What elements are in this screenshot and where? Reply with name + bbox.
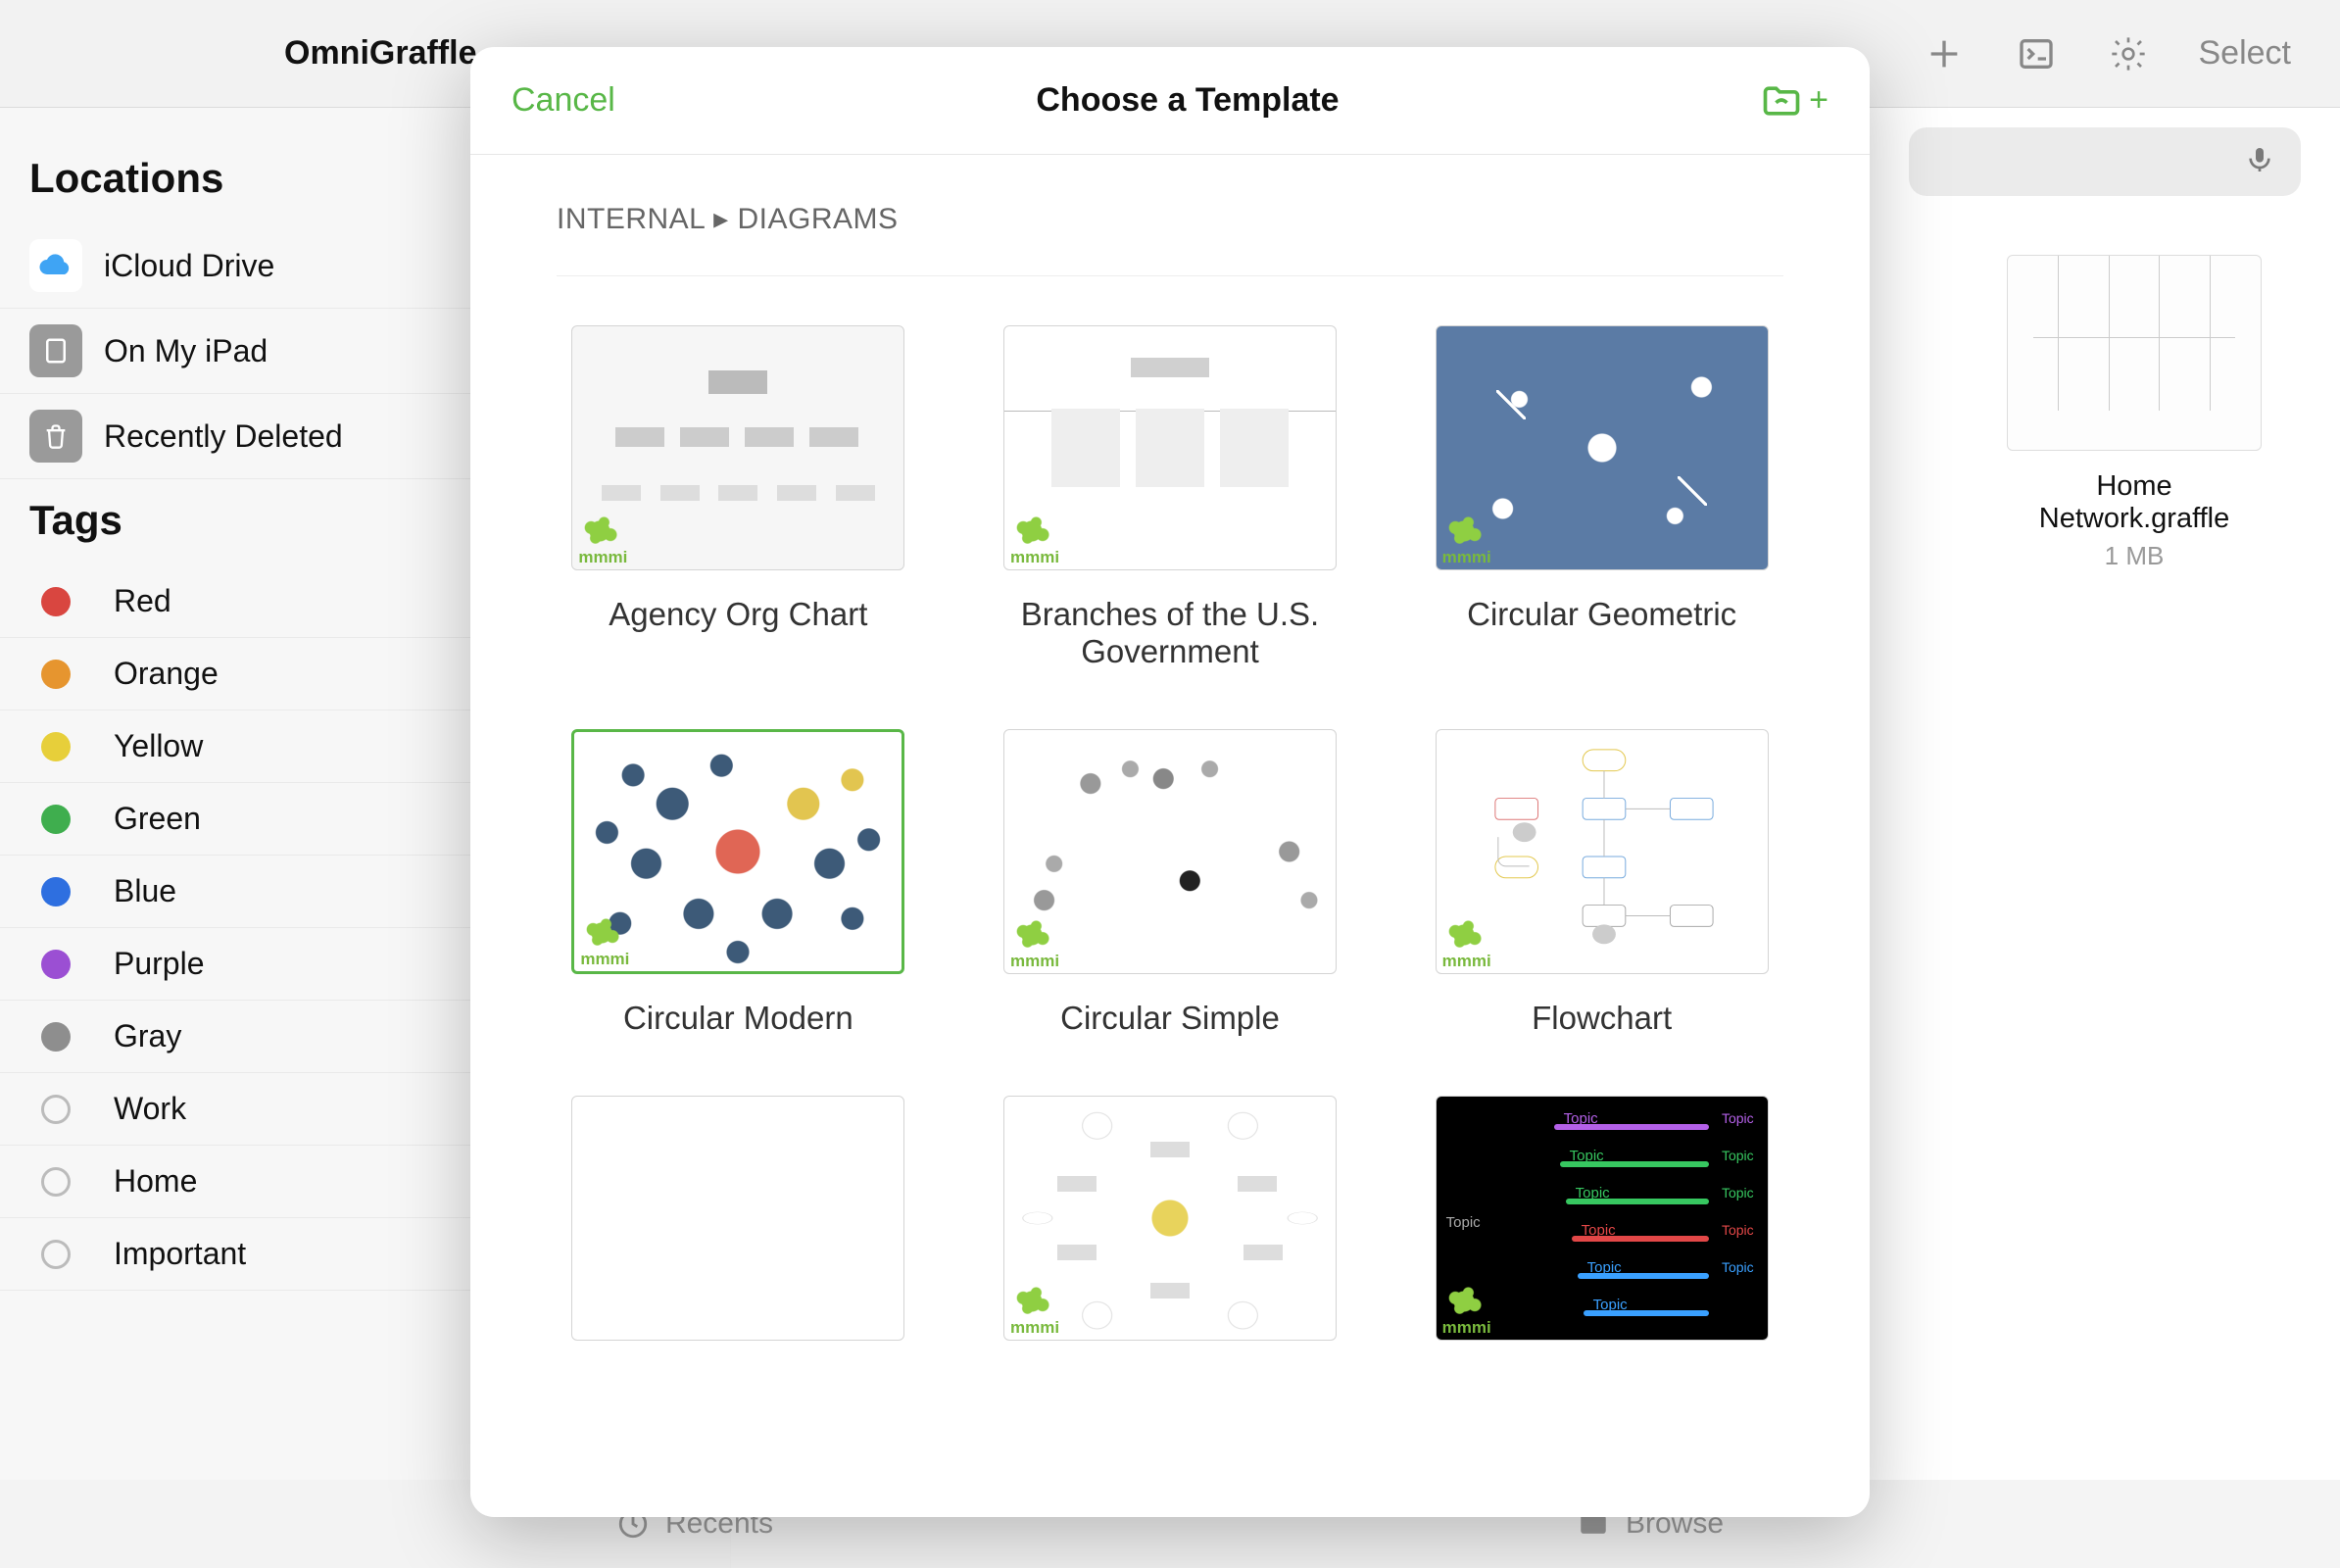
template-label: Circular Simple (1060, 1000, 1280, 1037)
template-thumbnail: mmmi (571, 325, 904, 570)
modal-body: INTERNAL ▸ DIAGRAMS mmmi Agency Org Chart… (470, 155, 1870, 1517)
mmmi-badge-icon: mmmi (1010, 1284, 1059, 1336)
template-tile[interactable]: mmmi Topic Topic Topic Topic Topic Topic Topic T… (1420, 1096, 1783, 1366)
template-label: Flowchart (1532, 1000, 1672, 1037)
mmmi-badge-icon: mmmi (1442, 917, 1491, 969)
modal-title: Choose a Template (1036, 81, 1339, 120)
mmmi-badge-icon: mmmi (1010, 514, 1059, 565)
neon-topic-right-label: Topic (1722, 1110, 1754, 1126)
neon-topic-right-label: Topic (1722, 1185, 1754, 1200)
neon-topic-label: Topic (1587, 1259, 1622, 1276)
neon-topic-label: Topic (1564, 1110, 1598, 1127)
neon-topic-right-label: Topic (1722, 1222, 1754, 1238)
template-thumbnail: mmmi Topic Topic Topic Topic Topic Topic Topic T… (1436, 1096, 1769, 1341)
mmmi-badge-icon: mmmi (1010, 917, 1059, 969)
template-label: Agency Org Chart (609, 596, 867, 633)
template-label: Circular Geometric (1467, 596, 1736, 633)
template-tile[interactable]: mmmi Flowchart (1420, 729, 1783, 1037)
template-thumbnail: mmmi (1436, 325, 1769, 570)
template-tile[interactable]: mmmi (989, 1096, 1352, 1366)
template-thumbnail: mmmi (1003, 325, 1337, 570)
template-thumbnail (571, 1096, 904, 1341)
template-tile[interactable]: mmmi Circular Modern (557, 729, 920, 1037)
plus-icon: + (1809, 81, 1828, 120)
modal-overlay: Cancel Choose a Template + INTERNAL ▸ DI… (0, 0, 2340, 1568)
template-thumbnail: mmmi (1003, 729, 1337, 974)
template-tile[interactable]: mmmi Branches of the U.S. Government (989, 325, 1352, 670)
neon-topic-label: Topic (1576, 1185, 1610, 1201)
neon-topic-label: Topic (1593, 1297, 1628, 1313)
template-thumbnail: mmmi (571, 729, 904, 974)
template-tile[interactable]: mmmi Agency Org Chart (557, 325, 920, 670)
neon-side-label: Topic (1446, 1214, 1481, 1231)
template-label: Circular Modern (623, 1000, 853, 1037)
mmmi-badge-icon: mmmi (580, 915, 629, 967)
mmmi-badge-icon: mmmi (1442, 514, 1491, 565)
template-tile[interactable]: mmmi Circular Geometric (1420, 325, 1783, 670)
template-tile[interactable] (557, 1096, 920, 1366)
neon-topic-label: Topic (1570, 1148, 1604, 1164)
mmmi-badge-icon: mmmi (1442, 1284, 1491, 1336)
neon-topic-right-label: Topic (1722, 1148, 1754, 1163)
template-thumbnail: mmmi (1003, 1096, 1337, 1341)
new-folder-button[interactable]: + (1760, 79, 1828, 122)
template-chooser-modal: Cancel Choose a Template + INTERNAL ▸ DI… (470, 47, 1870, 1517)
modal-header: Cancel Choose a Template + (470, 47, 1870, 155)
neon-topic-right-label: Topic (1722, 1259, 1754, 1275)
template-thumbnail: mmmi (1436, 729, 1769, 974)
cancel-button[interactable]: Cancel (512, 81, 615, 120)
template-label: Branches of the U.S. Government (1003, 596, 1337, 670)
neon-topic-label: Topic (1582, 1222, 1616, 1239)
mmmi-badge-icon: mmmi (578, 514, 627, 565)
template-tile[interactable]: mmmiCircular Simple (989, 729, 1352, 1037)
breadcrumb[interactable]: INTERNAL ▸ DIAGRAMS (557, 182, 1783, 276)
